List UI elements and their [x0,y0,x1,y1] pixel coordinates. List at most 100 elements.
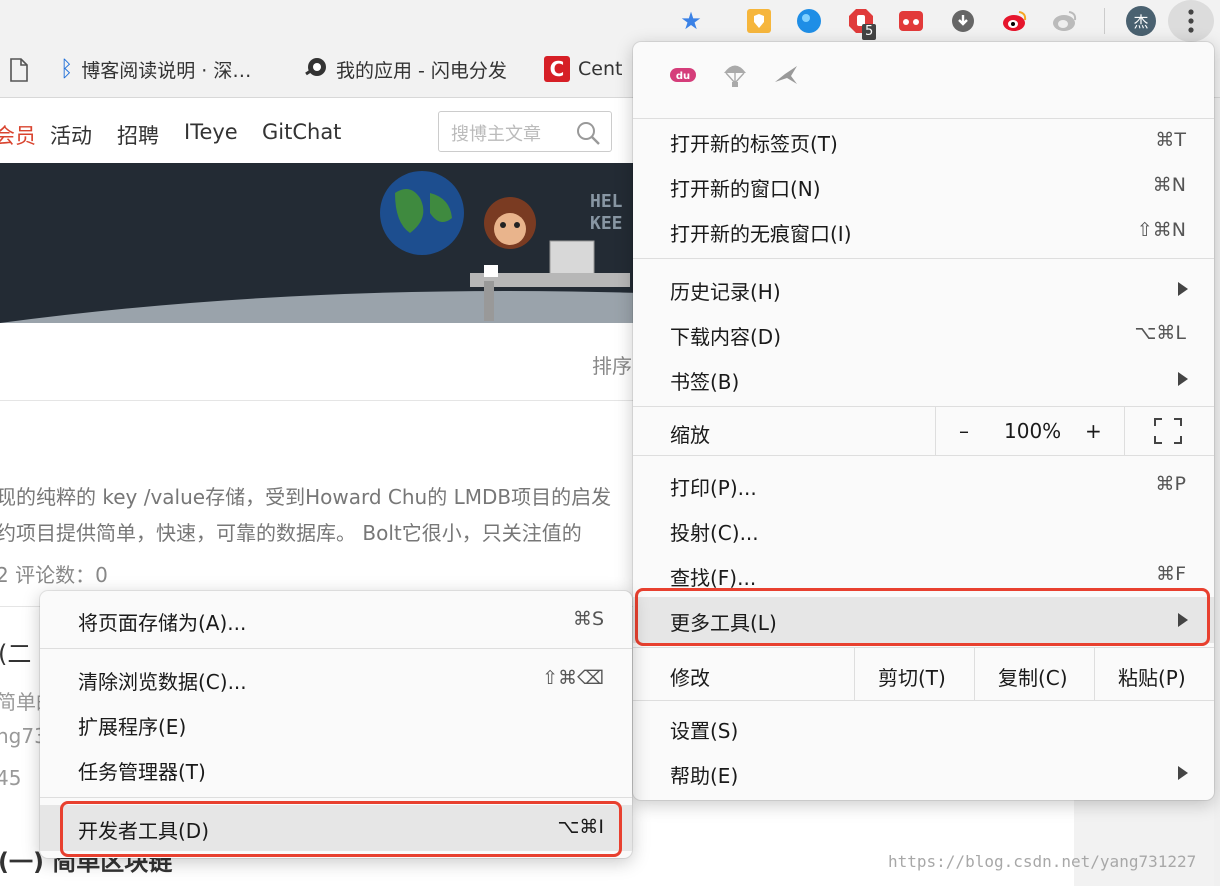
menu-item-cast[interactable]: 投射(C)... [633,507,1214,553]
adblock-extension-icon[interactable]: 5 [848,8,877,40]
menu-item-label: 任务管理器(T) [78,760,206,784]
bookmark-label: 博客阅读说明 · 深… [81,60,252,82]
menu-item-downloads[interactable]: 下载内容(D) ⌥⌘L [633,311,1214,357]
zoom-in-button[interactable]: + [1085,419,1102,443]
menu-item-label: 打开新的标签页(T) [670,132,838,156]
zoom-divider [1124,407,1125,455]
tab-extension-icon[interactable] [898,8,924,34]
submenu-arrow-icon [1178,282,1188,296]
submenu-item-extensions[interactable]: 扩展程序(E) [40,701,632,747]
weibo-extension-icon[interactable] [1002,8,1028,34]
menu-item-label: 帮助(E) [670,764,739,788]
menu-item-shortcut: ⇧⌘N [1136,219,1186,241]
download-extension-icon[interactable] [950,8,976,34]
submenu-arrow-icon [1178,613,1188,627]
menu-item-shortcut: ⇧⌘⌫ [542,667,604,689]
menu-item-label: 投射(C)... [670,521,759,545]
zoom-value: 100% [1004,419,1062,443]
du-icon[interactable]: du [669,66,697,88]
page-scrollbar[interactable] [1214,98,1220,886]
menu-item-label: 打印(P)... [670,476,757,500]
c-logo-icon: C [544,56,570,82]
edit-divider [854,648,855,700]
menu-item-history[interactable]: 历史记录(H) [633,266,1214,312]
banner-text-1: HEL [590,191,623,212]
menu-item-print[interactable]: 打印(P)... ⌘P [633,462,1214,508]
csdn-watermark: https://blog.csdn.net/yang731227 [888,852,1197,871]
menu-item-label: 清除浏览数据(C)... [78,670,247,694]
cut-button[interactable]: 剪切(T) [878,662,946,691]
menu-item-settings[interactable]: 设置(S) [633,705,1214,751]
page-icon[interactable] [10,58,28,86]
blog-search-box[interactable]: 搜博主文章 [438,111,612,152]
article1-line1: 现的纯粹的 key /value存储，受到Howard Chu的 LMDB项目的… [0,485,612,509]
nav-gitchat[interactable]: GitChat [262,120,341,144]
list-divider [0,400,640,401]
submenu-arrow-icon [1178,372,1188,386]
bird-icon[interactable] [773,62,799,92]
menu-item-help[interactable]: 帮助(E) [633,750,1214,796]
menu-button[interactable] [1168,0,1214,42]
menu-separator [40,648,632,649]
search-icon[interactable] [575,120,601,146]
menu-item-label: 将页面存储为(A)... [78,611,247,635]
profile-avatar[interactable]: 杰 [1126,6,1156,36]
menu-item-label: 设置(S) [670,719,739,743]
menu-item-label: 历史记录(H) [670,280,781,304]
submenu-item-task-manager[interactable]: 任务管理器(T) [40,746,632,792]
menu-item-shortcut: ⌥⌘L [1134,322,1186,344]
menu-item-bookmarks[interactable]: 书签(B) [633,356,1214,402]
menu-item-new-window[interactable]: 打开新的窗口(N) ⌘N [633,163,1214,209]
menu-item-shortcut: ⌘N [1152,174,1186,196]
more-vert-icon [1188,9,1194,33]
paste-button[interactable]: 粘贴(P) [1118,662,1186,691]
article2-meta: 45 [0,766,22,790]
menu-item-label: 修改 [670,666,710,690]
bookmark-centos[interactable]: C Cent [544,56,622,82]
menu-item-new-tab[interactable]: 打开新的标签页(T) ⌘T [633,118,1214,164]
menu-item-incognito[interactable]: 打开新的无痕窗口(I) ⇧⌘N [633,208,1214,254]
svg-text:du: du [676,71,690,82]
weibo-gray-extension-icon[interactable] [1052,8,1078,34]
menu-item-edit: 修改 剪切(T) 复制(C) 粘贴(P) [633,648,1214,700]
menu-item-label: 扩展程序(E) [78,715,187,739]
copy-button[interactable]: 复制(C) [998,662,1068,691]
article2-title[interactable]: (二 [0,634,31,669]
extension-toolbar: ★ 5 杰 [0,0,1220,42]
edit-divider [974,648,975,700]
nav-jobs[interactable]: 招聘 [117,120,159,150]
fullscreen-icon[interactable] [1154,418,1182,448]
submenu-item-clear-data[interactable]: 清除浏览数据(C)... ⇧⌘⌫ [40,656,632,702]
chrome-main-menu: du 打开新的标签页(T) ⌘T 打开新的窗口(N) ⌘N 打开新的无痕窗口(I… [633,42,1214,800]
submenu-arrow-icon [1178,766,1188,780]
menu-item-label: 打开新的无痕窗口(I) [670,222,852,246]
menu-separator [40,797,632,798]
menu-item-find[interactable]: 查找(F)... ⌘F [633,552,1214,598]
menu-item-more-tools[interactable]: 更多工具(L) [633,597,1214,643]
bookmark-blog[interactable]: ᛒ 博客阅读说明 · 深… [60,56,251,83]
sort-label[interactable]: 排序 [592,350,632,379]
monkey-globe-illustration [0,171,640,323]
blog-banner: HEL KEE [0,163,640,323]
parachute-icon[interactable] [723,62,747,92]
nav-activity[interactable]: 活动 [50,120,92,150]
zoom-out-button[interactable]: – [959,419,969,443]
app-icon [304,56,328,83]
menu-item-shortcut: ⌘F [1156,563,1186,585]
menu-item-label: 打开新的窗口(N) [670,177,821,201]
menu-item-shortcut: ⌘S [572,608,604,630]
menu-item-label: 书签(B) [670,370,740,394]
nav-member[interactable]: 会员 [0,120,36,150]
globe-extension-icon[interactable] [796,8,822,34]
menu-item-zoom: 缩放 – 100% + [633,407,1214,455]
bookmark-apps[interactable]: 我的应用 - 闪电分发 [304,56,507,83]
submenu-item-devtools[interactable]: 开发者工具(D) ⌥⌘I [40,805,632,851]
star-icon[interactable]: ★ [678,7,704,35]
sidebar-panel [1074,788,1214,886]
menu-separator [633,700,1214,701]
shield-extension-icon[interactable] [746,8,772,34]
menu-item-shortcut: ⌥⌘I [557,816,605,838]
menu-separator [633,455,1214,456]
submenu-item-save-page[interactable]: 将页面存储为(A)... ⌘S [40,597,632,643]
nav-iteye[interactable]: ITeye [184,120,238,144]
